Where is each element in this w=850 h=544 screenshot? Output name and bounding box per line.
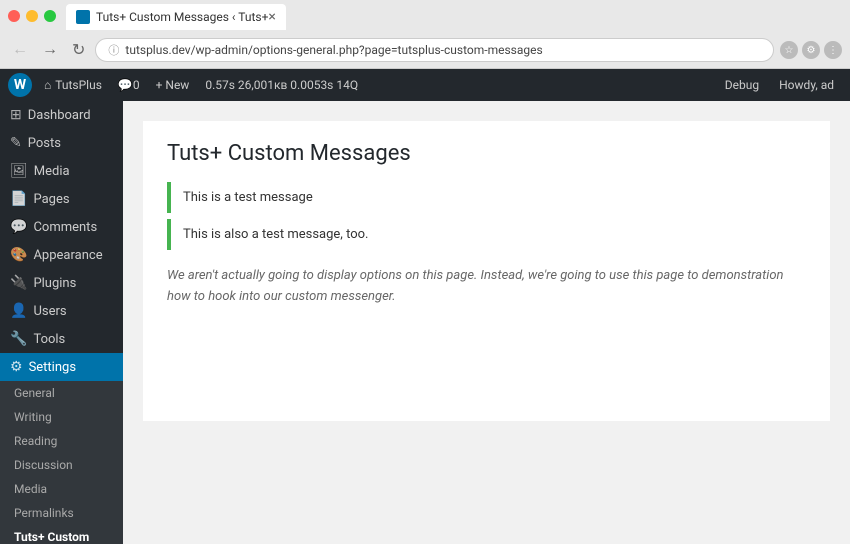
reading-label: Reading — [14, 434, 57, 448]
address-bar[interactable]: ⓘ tutsplus.dev/wp-admin/options-general.… — [95, 38, 774, 62]
sidebar-submenu-discussion[interactable]: Discussion — [0, 453, 123, 477]
wp-sidebar: ⊞ Dashboard ✎ Posts 🖼 Media 📄 Pages 💬 Co… — [0, 101, 123, 544]
sidebar-submenu-media[interactable]: Media — [0, 477, 123, 501]
sidebar-submenu-custom[interactable]: Tuts+ Custom Message Example — [0, 525, 123, 544]
custom-plugin-label: Tuts+ Custom Message Example — [14, 530, 113, 544]
plugins-icon: 🔌 — [10, 275, 27, 291]
new-content-label: + New — [156, 78, 190, 92]
comment-bubble-icon: 💬 — [118, 78, 133, 92]
appearance-icon: 🎨 — [10, 247, 27, 263]
debug-label: Debug — [725, 78, 759, 92]
sidebar-label-media: Media — [34, 164, 70, 179]
comments-icon: 💬 — [10, 219, 27, 235]
browser-tab[interactable]: Tuts+ Custom Messages ‹ Tuts+ × — [66, 4, 286, 30]
bookmark-button[interactable]: ☆ — [780, 41, 798, 59]
sidebar-submenu-writing[interactable]: Writing — [0, 405, 123, 429]
settings-icon: ⚙ — [10, 359, 23, 375]
pages-icon: 📄 — [10, 191, 27, 207]
wp-layout: ⊞ Dashboard ✎ Posts 🖼 Media 📄 Pages 💬 Co… — [0, 101, 850, 544]
browser-toolbar: ← → ↻ ⓘ tutsplus.dev/wp-admin/options-ge… — [0, 32, 850, 68]
comments-count: 0 — [133, 78, 140, 92]
forward-button[interactable]: → — [38, 39, 62, 61]
tab-favicon-icon — [76, 10, 90, 24]
admin-bar-howdy[interactable]: Howdy, ad — [771, 69, 842, 101]
admin-bar-comments[interactable]: 💬 0 — [110, 69, 148, 101]
sidebar-label-plugins: Plugins — [33, 276, 76, 291]
general-label: General — [14, 386, 55, 400]
sidebar-label-comments: Comments — [33, 220, 97, 235]
discussion-label: Discussion — [14, 458, 73, 472]
page-title: Tuts+ Custom Messages — [167, 141, 806, 166]
admin-bar-right: Debug Howdy, ad — [717, 69, 842, 101]
sidebar-submenu-permalinks[interactable]: Permalinks — [0, 501, 123, 525]
sidebar-label-dashboard: Dashboard — [28, 108, 91, 123]
media-icon: 🖼 — [10, 163, 28, 179]
sidebar-item-plugins[interactable]: 🔌 Plugins — [0, 269, 123, 297]
wp-admin-bar: W ⌂ TutsPlus 💬 0 + New 0.57s 26,001кв 0.… — [0, 69, 850, 101]
users-icon: 👤 — [10, 303, 27, 319]
sidebar-label-settings: Settings — [29, 360, 76, 375]
tab-close-icon[interactable]: × — [268, 9, 275, 25]
refresh-button[interactable]: ↻ — [68, 38, 89, 62]
wp-main-content: Tuts+ Custom Messages This is a test mes… — [123, 101, 850, 544]
sidebar-label-users: Users — [33, 304, 66, 319]
sidebar-label-tools: Tools — [33, 332, 65, 347]
back-button[interactable]: ← — [8, 39, 32, 61]
browser-action-buttons: ☆ ⚙ ⋮ — [780, 41, 842, 59]
sidebar-submenu-reading[interactable]: Reading — [0, 429, 123, 453]
sidebar-item-settings[interactable]: ⚙ Settings — [0, 353, 123, 381]
admin-bar-site[interactable]: ⌂ TutsPlus — [36, 69, 110, 101]
browser-titlebar: Tuts+ Custom Messages ‹ Tuts+ × — [0, 0, 850, 32]
notice-1-text: This is a test message — [183, 190, 313, 205]
notice-1: This is a test message — [167, 182, 806, 213]
notice-2: This is also a test message, too. — [167, 219, 806, 250]
minimize-window-button[interactable] — [26, 10, 38, 22]
admin-bar-new[interactable]: + New — [148, 69, 198, 101]
sidebar-item-dashboard[interactable]: ⊞ Dashboard — [0, 101, 123, 129]
admin-bar-stats: 0.57s 26,001кв 0.0053s 14Q — [197, 69, 366, 101]
sidebar-item-pages[interactable]: 📄 Pages — [0, 185, 123, 213]
sidebar-item-posts[interactable]: ✎ Posts — [0, 129, 123, 157]
browser-chrome: Tuts+ Custom Messages ‹ Tuts+ × ← → ↻ ⓘ … — [0, 0, 850, 69]
sidebar-item-media[interactable]: 🖼 Media — [0, 157, 123, 185]
sidebar-label-pages: Pages — [33, 192, 69, 207]
sidebar-submenu-general[interactable]: General — [0, 381, 123, 405]
wp-logo-icon[interactable]: W — [8, 73, 32, 97]
menu-button[interactable]: ⋮ — [824, 41, 842, 59]
sidebar-label-appearance: Appearance — [33, 248, 102, 263]
writing-label: Writing — [14, 410, 52, 424]
security-icon: ⓘ — [108, 42, 119, 58]
notice-2-text: This is also a test message, too. — [183, 227, 368, 242]
page-description: We aren't actually going to display opti… — [167, 266, 806, 308]
maximize-window-button[interactable] — [44, 10, 56, 22]
admin-bar-debug[interactable]: Debug — [717, 69, 767, 101]
howdy-text: Howdy, ad — [779, 78, 834, 92]
extensions-button[interactable]: ⚙ — [802, 41, 820, 59]
permalinks-label: Permalinks — [14, 506, 74, 520]
content-inner: Tuts+ Custom Messages This is a test mes… — [143, 121, 830, 421]
admin-bar-stats-text: 0.57s 26,001кв 0.0053s 14Q — [205, 78, 358, 92]
tab-title: Tuts+ Custom Messages ‹ Tuts+ — [96, 10, 268, 24]
sidebar-item-users[interactable]: 👤 Users — [0, 297, 123, 325]
sidebar-label-posts: Posts — [28, 136, 61, 151]
address-text: tutsplus.dev/wp-admin/options-general.ph… — [125, 43, 542, 57]
posts-icon: ✎ — [10, 135, 22, 151]
sidebar-item-tools[interactable]: 🔧 Tools — [0, 325, 123, 353]
media-submenu-label: Media — [14, 482, 47, 496]
tools-icon: 🔧 — [10, 331, 27, 347]
home-icon: ⌂ — [44, 78, 51, 92]
settings-submenu: General Writing Reading Discussion Media… — [0, 381, 123, 544]
close-window-button[interactable] — [8, 10, 20, 22]
sidebar-item-comments[interactable]: 💬 Comments — [0, 213, 123, 241]
sidebar-item-appearance[interactable]: 🎨 Appearance — [0, 241, 123, 269]
notices-wrapper: This is a test message This is also a te… — [167, 182, 806, 250]
browser-window-controls[interactable] — [8, 10, 56, 22]
dashboard-icon: ⊞ — [10, 107, 22, 123]
admin-bar-site-name: TutsPlus — [55, 78, 102, 92]
